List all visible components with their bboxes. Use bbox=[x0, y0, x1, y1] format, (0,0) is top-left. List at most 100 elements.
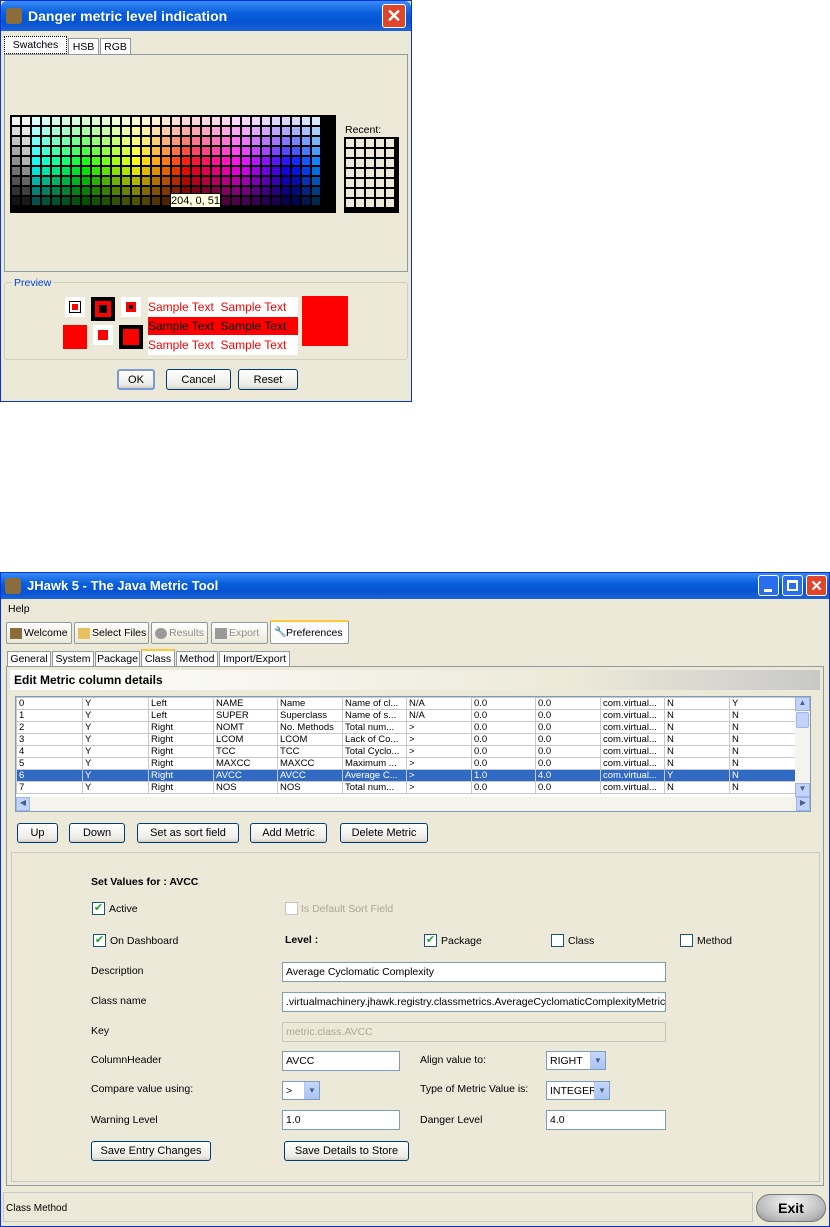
swatch-cell[interactable] bbox=[271, 146, 281, 156]
swatch-cell[interactable] bbox=[231, 186, 241, 196]
swatch-cell[interactable] bbox=[231, 156, 241, 166]
swatch-cell[interactable] bbox=[201, 146, 211, 156]
active-checkbox[interactable]: ✔ bbox=[92, 902, 105, 915]
swatch-cell[interactable] bbox=[71, 156, 81, 166]
swatch-cell[interactable] bbox=[261, 146, 271, 156]
swatch-cell[interactable] bbox=[241, 156, 251, 166]
swatch-cell[interactable] bbox=[121, 196, 131, 206]
table-row[interactable]: 2 Y Right NOMT No. Methods Total num... >0.0 0.… bbox=[16, 721, 797, 734]
swatch-cell[interactable] bbox=[111, 156, 121, 166]
classname-field[interactable]: .virtualmachinery.jhawk.registry.classme… bbox=[282, 992, 666, 1012]
recent-cell[interactable] bbox=[385, 148, 395, 158]
swatch-cell[interactable] bbox=[131, 136, 141, 146]
swatch-cell[interactable] bbox=[71, 146, 81, 156]
swatch-cell[interactable] bbox=[301, 146, 311, 156]
swatch-cell[interactable] bbox=[201, 166, 211, 176]
swatch-cell[interactable] bbox=[71, 136, 81, 146]
swatch-cell[interactable] bbox=[21, 196, 31, 206]
swatch-cell[interactable] bbox=[161, 166, 171, 176]
tab-class[interactable]: Class bbox=[141, 649, 175, 666]
swatch-cell[interactable] bbox=[21, 176, 31, 186]
swatch-cell[interactable] bbox=[121, 156, 131, 166]
swatch-cell[interactable] bbox=[191, 166, 201, 176]
swatch-cell[interactable] bbox=[11, 116, 21, 126]
swatch-cell[interactable] bbox=[121, 186, 131, 196]
swatch-cell[interactable] bbox=[231, 136, 241, 146]
swatch-cell[interactable] bbox=[191, 116, 201, 126]
swatch-cell[interactable] bbox=[261, 126, 271, 136]
swatch-cell[interactable] bbox=[91, 156, 101, 166]
swatch-cell[interactable] bbox=[61, 176, 71, 186]
column-header-field[interactable]: AVCC bbox=[282, 1051, 400, 1071]
swatch-cell[interactable] bbox=[151, 166, 161, 176]
swatch-cell[interactable] bbox=[191, 146, 201, 156]
swatch-cell[interactable] bbox=[151, 186, 161, 196]
swatch-cell[interactable] bbox=[131, 146, 141, 156]
recent-cell[interactable] bbox=[375, 198, 385, 208]
swatch-cell[interactable] bbox=[111, 166, 121, 176]
swatch-cell[interactable] bbox=[141, 136, 151, 146]
swatch-cell[interactable] bbox=[81, 116, 91, 126]
swatch-cell[interactable] bbox=[261, 186, 271, 196]
swatch-cell[interactable] bbox=[161, 176, 171, 186]
swatch-cell[interactable] bbox=[251, 116, 261, 126]
recent-cell[interactable] bbox=[355, 168, 365, 178]
recent-cell[interactable] bbox=[385, 198, 395, 208]
swatch-cell[interactable] bbox=[271, 116, 281, 126]
swatch-cell[interactable] bbox=[241, 116, 251, 126]
recent-cell[interactable] bbox=[375, 188, 385, 198]
swatch-cell[interactable] bbox=[241, 196, 251, 206]
save-entry-button[interactable]: Save Entry Changes bbox=[91, 1141, 211, 1161]
cancel-button[interactable]: Cancel bbox=[166, 369, 231, 390]
swatch-cell[interactable] bbox=[171, 116, 181, 126]
swatch-cell[interactable] bbox=[31, 156, 41, 166]
recent-cell[interactable] bbox=[375, 178, 385, 188]
swatch-cell[interactable] bbox=[51, 156, 61, 166]
swatch-cell[interactable] bbox=[111, 176, 121, 186]
swatch-cell[interactable] bbox=[251, 166, 261, 176]
swatch-cell[interactable] bbox=[201, 136, 211, 146]
swatch-cell[interactable] bbox=[151, 126, 161, 136]
minimize-icon[interactable] bbox=[758, 575, 779, 596]
swatch-cell[interactable] bbox=[31, 116, 41, 126]
swatch-cell[interactable] bbox=[181, 146, 191, 156]
recent-cell[interactable] bbox=[345, 188, 355, 198]
recent-cell[interactable] bbox=[345, 168, 355, 178]
swatch-cell[interactable] bbox=[301, 166, 311, 176]
swatch-cell[interactable] bbox=[111, 186, 121, 196]
swatch-cell[interactable] bbox=[141, 166, 151, 176]
recent-cell[interactable] bbox=[385, 188, 395, 198]
swatch-cell[interactable] bbox=[81, 136, 91, 146]
swatch-cell[interactable] bbox=[291, 146, 301, 156]
swatch-cell[interactable] bbox=[51, 146, 61, 156]
swatch-cell[interactable] bbox=[51, 126, 61, 136]
table-row[interactable]: 4 Y Right TCC TCC Total Cyclo... >0.0 0.0 com.vi… bbox=[16, 745, 797, 758]
swatch-cell[interactable] bbox=[181, 176, 191, 186]
swatch-cell[interactable] bbox=[101, 166, 111, 176]
swatch-cell[interactable] bbox=[301, 116, 311, 126]
swatch-cell[interactable] bbox=[81, 196, 91, 206]
swatch-cell[interactable] bbox=[201, 126, 211, 136]
swatch-cell[interactable] bbox=[241, 136, 251, 146]
down-button[interactable]: Down bbox=[69, 823, 125, 843]
swatch-cell[interactable] bbox=[281, 116, 291, 126]
swatch-cell[interactable] bbox=[131, 196, 141, 206]
tab-export[interactable]: Export bbox=[211, 622, 268, 644]
swatch-cell[interactable] bbox=[51, 136, 61, 146]
swatch-cell[interactable] bbox=[81, 186, 91, 196]
swatch-cell[interactable] bbox=[281, 186, 291, 196]
swatch-cell[interactable] bbox=[231, 176, 241, 186]
swatch-cell[interactable] bbox=[61, 116, 71, 126]
swatch-cell[interactable] bbox=[101, 176, 111, 186]
swatch-cell[interactable] bbox=[211, 116, 221, 126]
swatch-cell[interactable] bbox=[111, 126, 121, 136]
swatch-cell[interactable] bbox=[51, 176, 61, 186]
swatch-cell[interactable] bbox=[301, 186, 311, 196]
menu-help[interactable]: Help bbox=[8, 603, 30, 615]
swatch-cell[interactable] bbox=[21, 166, 31, 176]
swatch-cell[interactable] bbox=[21, 156, 31, 166]
swatch-cell[interactable] bbox=[71, 196, 81, 206]
close-icon[interactable]: ✕ bbox=[382, 4, 406, 28]
table-row[interactable]: 0 Y Left NAME Name Name of cl... N/A 0.0 0.0 com.… bbox=[16, 697, 797, 710]
swatch-cell[interactable] bbox=[141, 176, 151, 186]
